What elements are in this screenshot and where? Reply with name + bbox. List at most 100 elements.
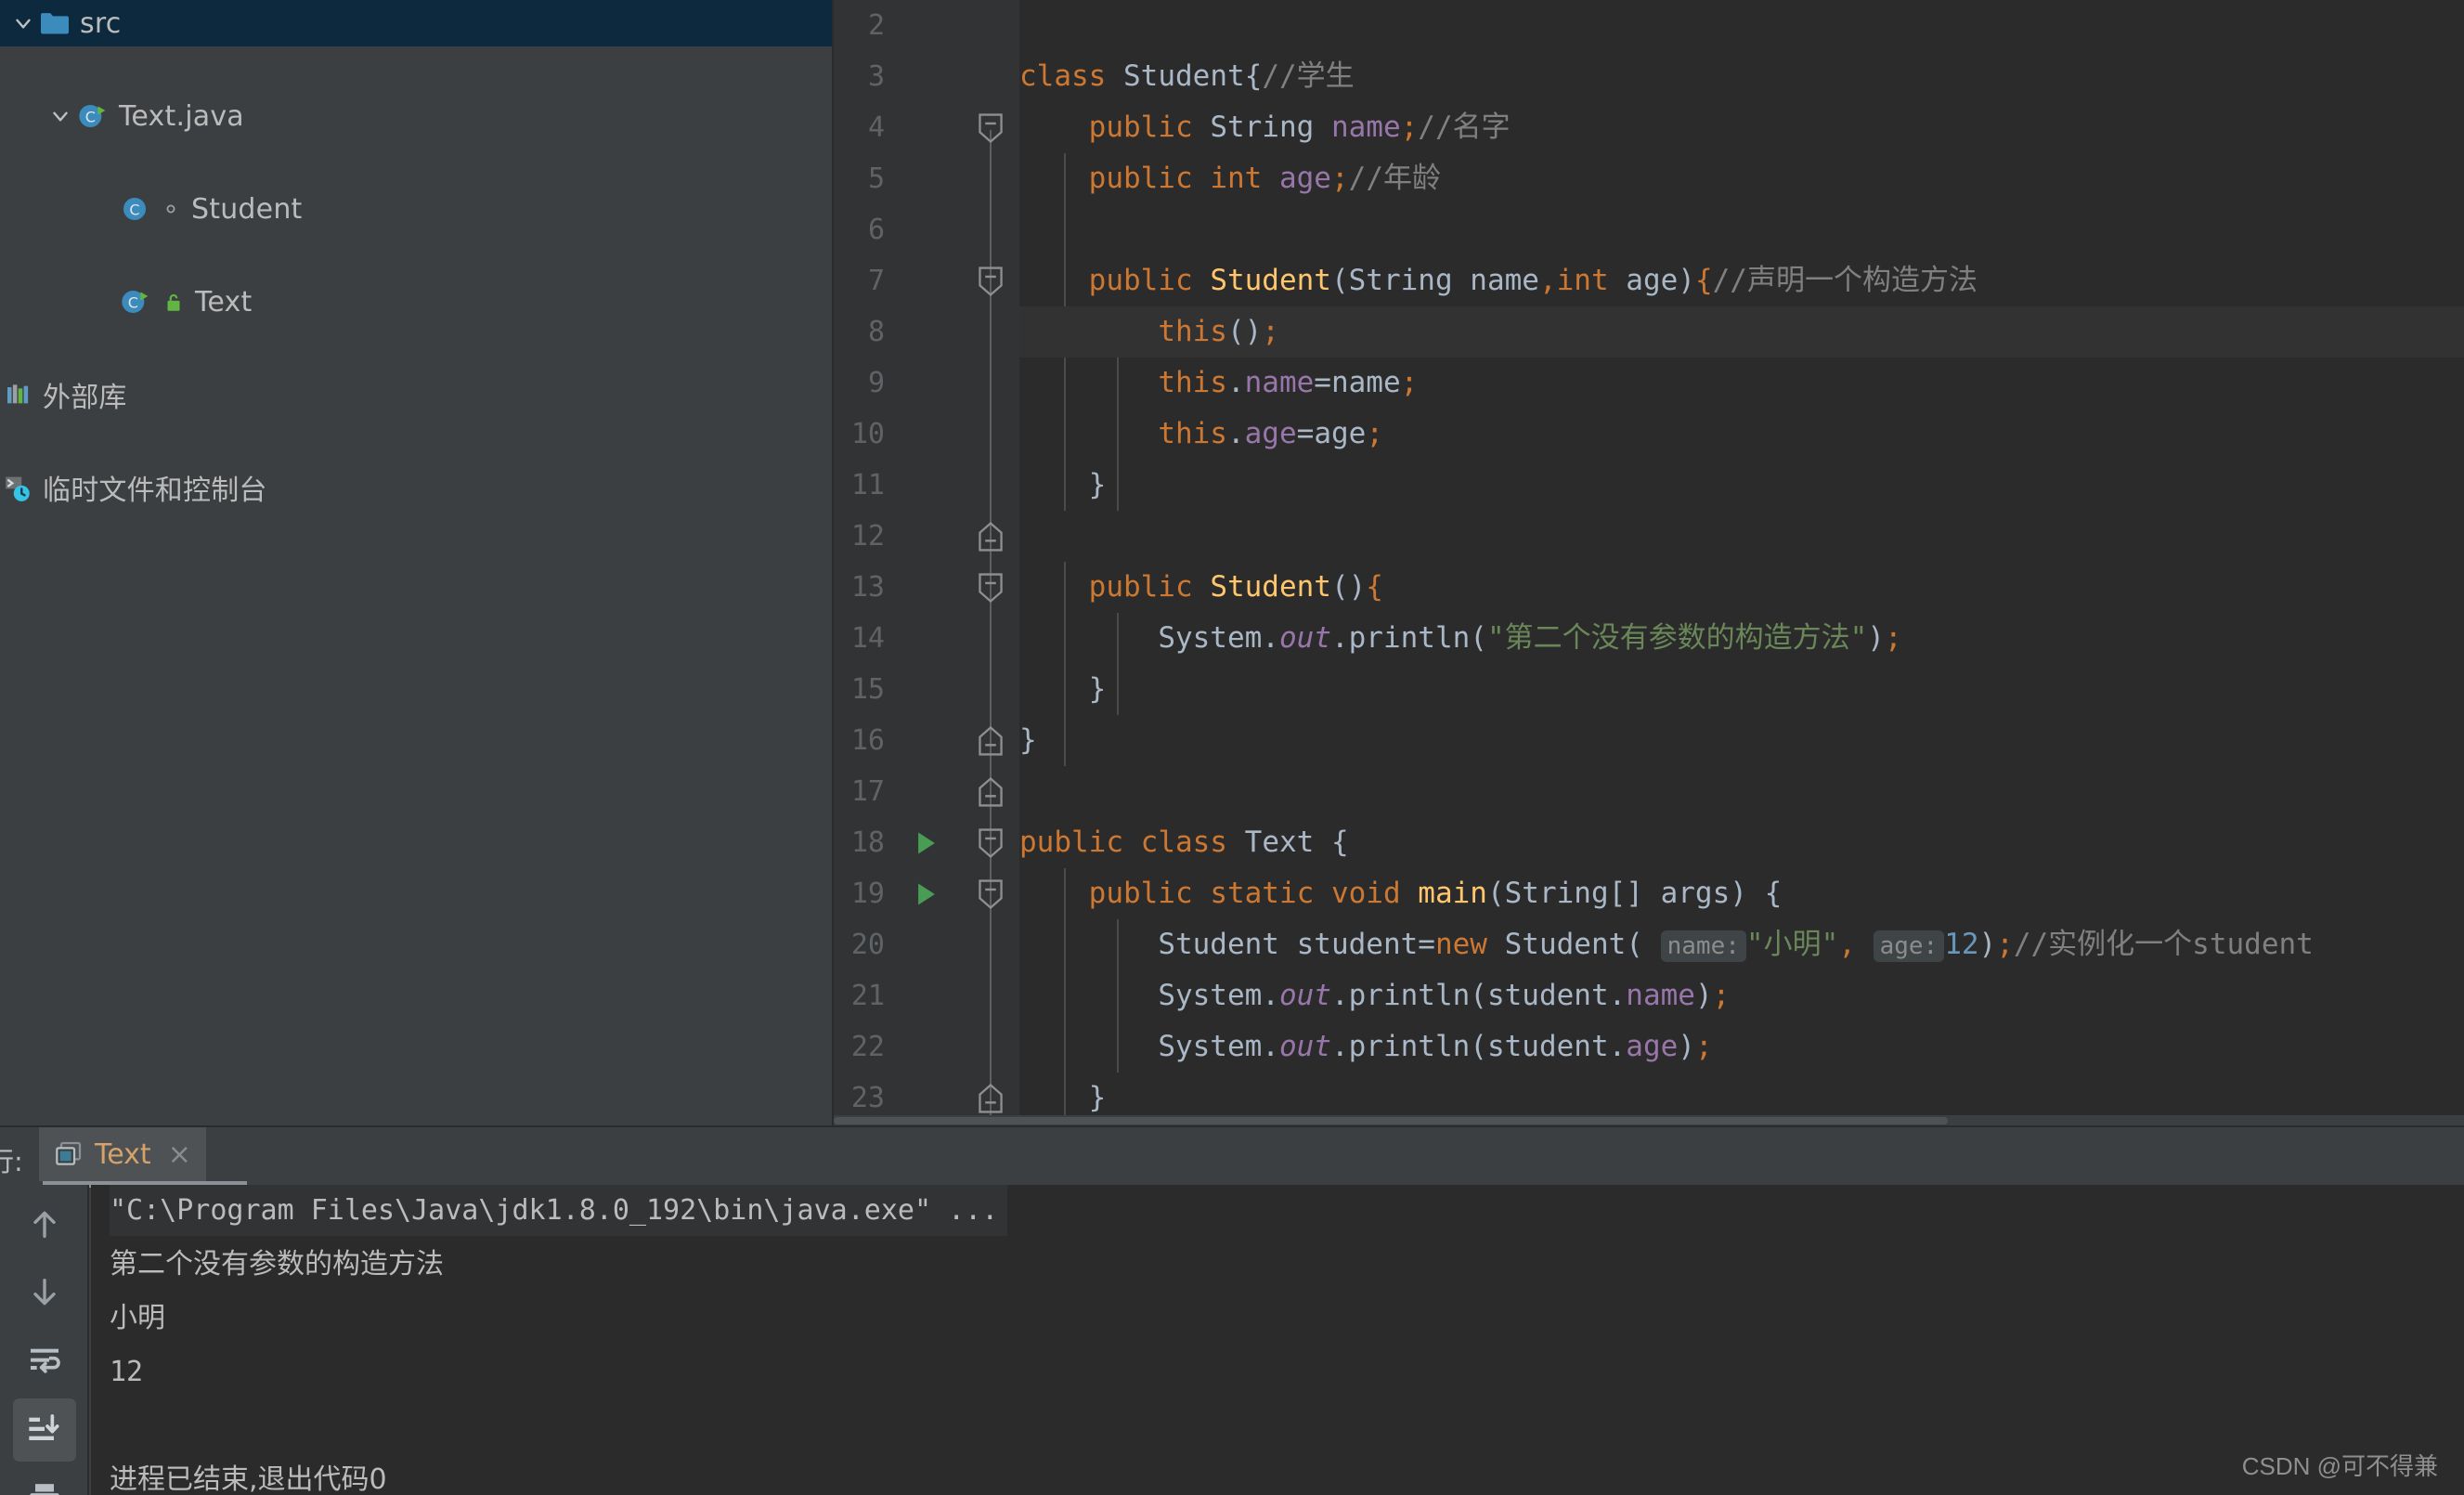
token-comment: //学生 <box>1262 59 1355 93</box>
fold-start-marker[interactable] <box>975 562 1006 613</box>
token-dot: . <box>1608 1030 1627 1063</box>
console-tab-text[interactable]: Text × <box>39 1127 206 1181</box>
code-line-19[interactable]: public static void main(String[] args) { <box>1019 868 2464 919</box>
tree-item-student[interactable]: C Student <box>0 186 834 232</box>
code-line-21[interactable]: System.out.println(student.name); <box>1019 970 2464 1021</box>
fold-start-marker[interactable] <box>975 817 1006 868</box>
code-line-7[interactable]: public Student(String name,int age){//声明… <box>1019 255 2464 306</box>
code-line-9[interactable]: this.name=name; <box>1019 358 2464 409</box>
token-paren: ( <box>1470 621 1487 655</box>
token-comment: //声明一个构造方法 <box>1712 264 1978 297</box>
code-line-18[interactable]: public class Text { <box>1019 817 2464 868</box>
scroll-up-button[interactable] <box>13 1192 76 1255</box>
token-parens: () <box>1226 315 1263 348</box>
tree-item-external-libraries[interactable]: 外部库 <box>0 371 834 418</box>
tree-item-scratches-consoles[interactable]: 临时文件和控制台 <box>0 464 834 511</box>
token-type: String <box>1210 110 1315 144</box>
scroll-down-button[interactable] <box>13 1261 76 1324</box>
tree-item-src[interactable]: src <box>0 0 834 46</box>
code-line-5[interactable]: public int age;//年龄 <box>1019 153 2464 204</box>
code-line-22[interactable]: System.out.println(student.age); <box>1019 1021 2464 1072</box>
close-icon[interactable]: × <box>168 1138 191 1171</box>
code-line-12[interactable] <box>1019 511 2464 562</box>
token-closing-brace: } <box>1019 468 1107 501</box>
tree-item-text-class[interactable]: C Text <box>0 279 834 325</box>
code-line-6[interactable] <box>1019 204 2464 255</box>
line-number: 9 <box>867 367 885 399</box>
editor-gutter[interactable]: 2 3 4 5 6 7 8 9 10 11 12 13 14 15 16 17 … <box>834 0 1019 1128</box>
token-class: System <box>1158 979 1263 1012</box>
code-line-17[interactable] <box>1019 766 2464 817</box>
fold-start-marker[interactable] <box>975 255 1006 306</box>
token-semicolon: ; <box>1712 979 1731 1012</box>
token-semicolon: ; <box>1366 417 1383 450</box>
run-class-button[interactable] <box>910 817 943 868</box>
code-line-11[interactable]: } <box>1019 460 2464 511</box>
code-line-16[interactable]: } <box>1019 715 2464 766</box>
token-dot: . <box>1608 979 1627 1012</box>
console-toolbar[interactable] <box>0 1185 89 1495</box>
chevron-down-icon[interactable] <box>45 100 76 132</box>
tree-item-label: Text.java <box>119 99 244 133</box>
code-line-2[interactable] <box>1019 0 2464 51</box>
fold-start-marker[interactable] <box>975 868 1006 919</box>
code-line-15[interactable]: } <box>1019 664 2464 715</box>
code-line-20[interactable]: Student student=new Student( name: "小明", … <box>1019 919 2464 970</box>
scratches-icon <box>2 472 33 503</box>
fold-end-marker[interactable] <box>975 766 1006 817</box>
line-number: 10 <box>850 418 885 450</box>
token-dot: . <box>1226 366 1245 399</box>
code-line-3[interactable]: class Student{//学生 <box>1019 51 2464 102</box>
token-keyword: int <box>1556 264 1609 297</box>
project-tree-panel[interactable]: src C Text.java C Student C Text 外部库 临时文… <box>0 0 834 1125</box>
line-number: 12 <box>850 520 885 552</box>
token-keyword: public <box>1019 826 1123 859</box>
token-type: String <box>1348 264 1453 297</box>
chevron-down-icon[interactable] <box>7 7 39 39</box>
line-number: 22 <box>850 1031 885 1063</box>
code-line-14[interactable]: System.out.println("第二个没有参数的构造方法"); <box>1019 613 2464 664</box>
fold-start-marker[interactable] <box>975 102 1006 153</box>
line-number: 19 <box>850 878 885 910</box>
run-method-button[interactable] <box>910 868 943 919</box>
console-output[interactable]: "C:\Program Files\Java\jdk1.8.0_192\bin\… <box>91 1185 2464 1495</box>
console-output-line: 小明 <box>110 1302 165 1334</box>
java-class-run-icon: C <box>76 101 110 131</box>
token-operator: = <box>1418 928 1435 961</box>
token-dot: . <box>1226 417 1245 450</box>
fold-end-marker[interactable] <box>975 511 1006 562</box>
printer-icon[interactable] <box>13 1467 76 1495</box>
token-constructor: Student <box>1210 264 1331 297</box>
code-line-13[interactable]: public Student(){ <box>1019 562 2464 613</box>
token-param: args <box>1660 877 1731 910</box>
run-tool-window[interactable]: 行: Text × "C:\Program Files\Java\jdk1.8.… <box>0 1125 2464 1495</box>
parameter-hint-age[interactable]: age: <box>1873 930 1945 962</box>
parameter-hint-name[interactable]: name: <box>1660 930 1746 962</box>
token-comment: //实例化一个student <box>2013 928 2314 961</box>
code-line-10[interactable]: this.age=age; <box>1019 409 2464 460</box>
code-line-8[interactable]: this(); <box>1019 306 2464 358</box>
line-number: 3 <box>867 60 885 93</box>
token-keyword: public <box>1088 877 1193 910</box>
tree-item-text-java[interactable]: C Text.java <box>0 93 834 139</box>
fold-end-marker[interactable] <box>975 715 1006 766</box>
code-editor[interactable]: 2 3 4 5 6 7 8 9 10 11 12 13 14 15 16 17 … <box>834 0 2464 1128</box>
scrollbar-thumb[interactable] <box>834 1117 1948 1124</box>
token-paren: ( <box>1330 264 1349 297</box>
console-tab-bar[interactable]: 行: Text × <box>0 1127 2464 1188</box>
scroll-to-end-button[interactable] <box>13 1398 76 1462</box>
soft-wrap-button[interactable] <box>13 1330 76 1393</box>
code-line-4[interactable]: public String name;//名字 <box>1019 102 2464 153</box>
editor-horizontal-scrollbar[interactable] <box>834 1115 2464 1125</box>
code-text-area[interactable]: class Student{//学生 public String name;//… <box>1019 0 2464 1125</box>
token-parens: () <box>1330 570 1367 604</box>
